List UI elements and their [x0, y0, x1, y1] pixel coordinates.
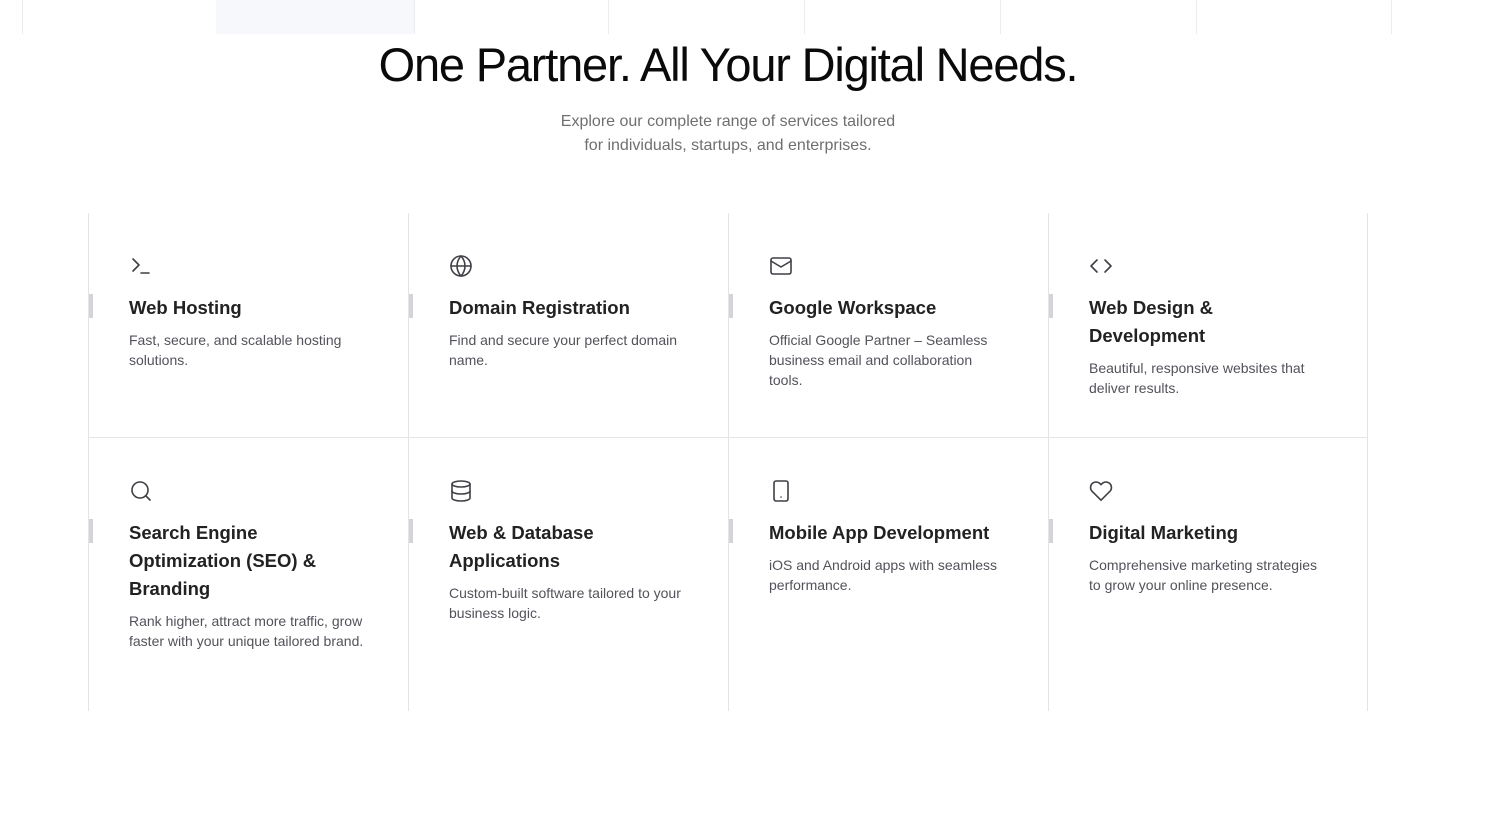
- services-grid: Web Hosting Fast, secure, and scalable h…: [88, 213, 1368, 711]
- card-accent-bar: [409, 294, 413, 318]
- top-nav-strip: [0, 0, 1490, 34]
- search-icon: [129, 479, 153, 503]
- card-accent-bar: [89, 519, 93, 543]
- nav-segment[interactable]: [608, 0, 804, 34]
- nav-segment[interactable]: [1000, 0, 1196, 34]
- mail-icon: [769, 254, 793, 278]
- service-card-domain-registration[interactable]: Domain Registration Find and secure your…: [408, 213, 728, 438]
- card-title: Search Engine Optimization (SEO) & Brand…: [129, 522, 317, 599]
- card-accent-bar: [1049, 294, 1053, 318]
- database-icon: [449, 479, 473, 503]
- nav-segment[interactable]: [804, 0, 1000, 34]
- card-accent-bar: [89, 294, 93, 318]
- card-description: Official Google Partner – Seamless busin…: [769, 332, 988, 388]
- globe-icon: [449, 254, 473, 278]
- card-description: iOS and Android apps with seamless perfo…: [769, 557, 998, 593]
- card-title: Web & Database Applications: [449, 522, 594, 571]
- card-accent-bar: [729, 519, 733, 543]
- service-card-mobile-app[interactable]: Mobile App Development iOS and Android a…: [728, 438, 1048, 711]
- card-title: Web Hosting: [129, 297, 242, 318]
- card-title: Mobile App Development: [769, 522, 990, 543]
- card-description: Fast, secure, and scalable hosting solut…: [129, 332, 342, 368]
- nav-segment-active[interactable]: [216, 0, 414, 34]
- card-description: Find and secure your perfect domain name…: [449, 332, 678, 368]
- card-description: Rank higher, attract more traffic, grow …: [129, 613, 364, 649]
- service-card-web-database-apps[interactable]: Web & Database Applications Custom-built…: [408, 438, 728, 711]
- code-icon: [1089, 254, 1113, 278]
- card-description: Custom-built software tailored to your b…: [449, 585, 681, 621]
- card-title: Web Design & Development: [1089, 297, 1214, 346]
- service-card-digital-marketing[interactable]: Digital Marketing Comprehensive marketin…: [1048, 438, 1368, 711]
- terminal-icon: [129, 254, 153, 278]
- nav-segment[interactable]: [1391, 0, 1490, 34]
- card-accent-bar: [409, 519, 413, 543]
- card-title: Google Workspace: [769, 297, 937, 318]
- section-heading: One Partner. All Your Digital Needs.: [378, 38, 1079, 91]
- card-title: Digital Marketing: [1089, 522, 1239, 543]
- card-description: Comprehensive marketing strategies to gr…: [1089, 557, 1317, 593]
- nav-segment[interactable]: [22, 0, 216, 34]
- smartphone-icon: [769, 479, 793, 503]
- service-card-web-design[interactable]: Web Design & Development Beautiful, resp…: [1048, 213, 1368, 438]
- card-description: Beautiful, responsive websites that deli…: [1089, 360, 1305, 396]
- card-title: Domain Registration: [449, 297, 630, 318]
- subtitle-line: for individuals, startups, and enterpris…: [584, 137, 872, 154]
- service-card-google-workspace[interactable]: Google Workspace Official Google Partner…: [728, 213, 1048, 438]
- card-accent-bar: [729, 294, 733, 318]
- service-card-seo-branding[interactable]: Search Engine Optimization (SEO) & Brand…: [89, 438, 409, 711]
- section-subtitle: Explore our complete range of services t…: [0, 110, 1456, 158]
- service-card-web-hosting[interactable]: Web Hosting Fast, secure, and scalable h…: [89, 213, 409, 438]
- card-accent-bar: [1049, 519, 1053, 543]
- nav-segment[interactable]: [1196, 0, 1392, 34]
- heart-icon: [1089, 479, 1113, 503]
- nav-segment[interactable]: [414, 0, 608, 34]
- subtitle-line: Explore our complete range of services t…: [560, 113, 896, 130]
